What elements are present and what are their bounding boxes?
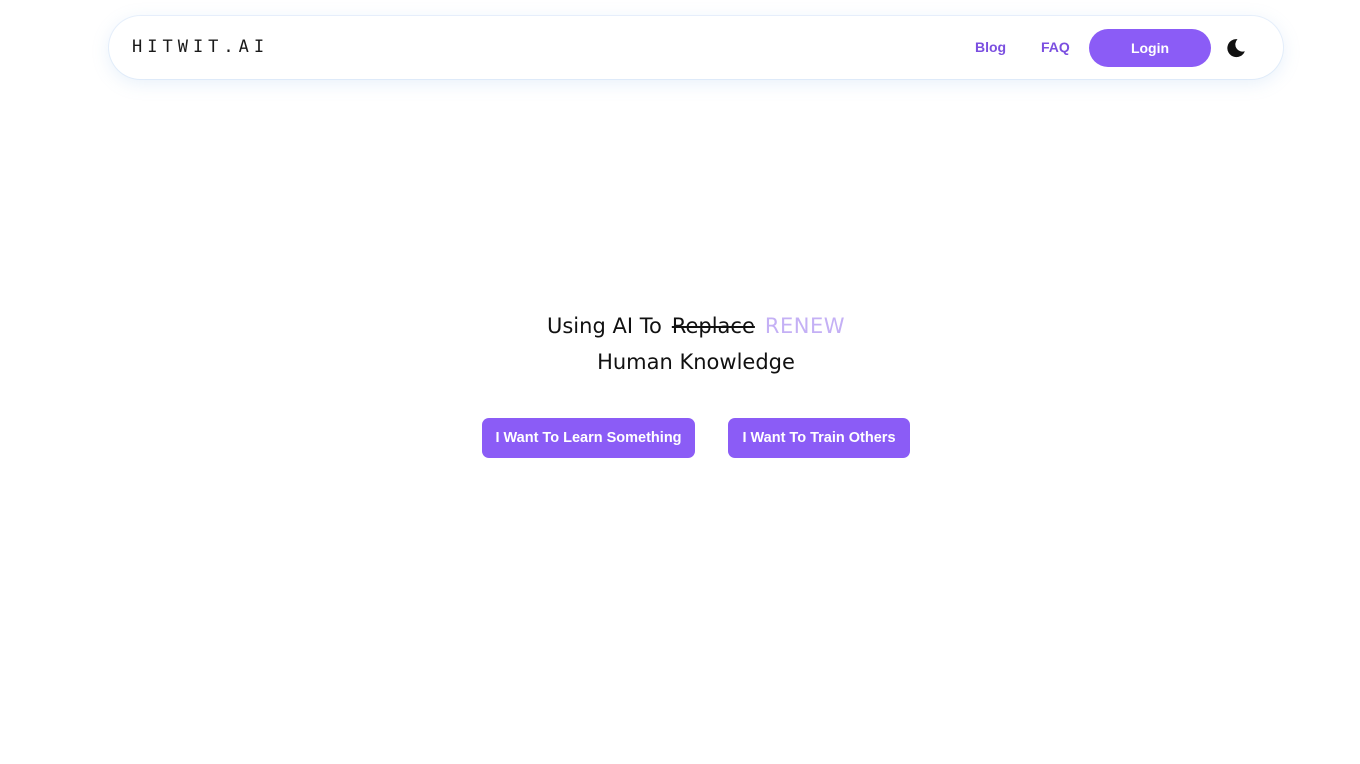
train-others-button[interactable]: I Want To Train Others: [728, 418, 910, 458]
top-navbar: HITWIT.AI Blog FAQ Login: [109, 16, 1283, 79]
hero-headline-line1: Using AI To Replace RENEW: [0, 308, 1360, 344]
hero-highlight-word: RENEW: [764, 314, 845, 338]
hero-headline-line2: Human Knowledge: [597, 350, 795, 374]
nav-link-blog[interactable]: Blog: [975, 16, 1006, 79]
learn-something-button[interactable]: I Want To Learn Something: [482, 418, 695, 458]
hero-prefix: Using AI To: [547, 314, 662, 338]
nav-link-faq[interactable]: FAQ: [1041, 16, 1070, 79]
landing-page: HITWIT.AI Blog FAQ Login Using AI To Repl…: [0, 0, 1360, 764]
hero-section: Using AI To Replace RENEW Human Knowledge: [0, 308, 1360, 380]
moon-icon-svg: [1227, 39, 1245, 58]
hero-struck-word: Replace: [671, 314, 755, 338]
login-button[interactable]: Login: [1089, 29, 1211, 67]
site-logo[interactable]: HITWIT.AI: [132, 16, 269, 79]
moon-icon[interactable]: [1225, 37, 1247, 59]
